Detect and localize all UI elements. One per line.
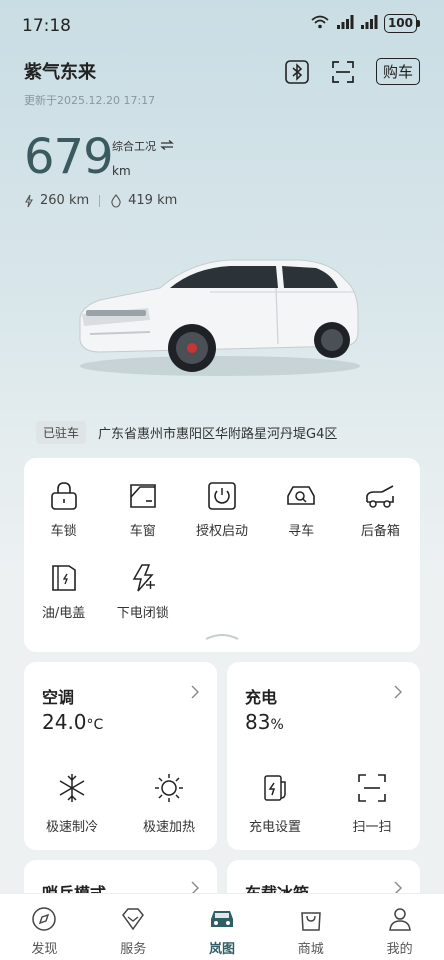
battery-icon: 100 bbox=[383, 14, 417, 33]
temperature-value: 24.0 bbox=[42, 710, 87, 734]
scan-button[interactable]: 扫一扫 bbox=[327, 772, 417, 835]
control-find-car[interactable]: 寻车 bbox=[262, 480, 341, 562]
charging-card[interactable]: 充电 83% 充电设置 扫一扫 bbox=[227, 662, 420, 850]
sub-ranges: 260 km 419 km bbox=[24, 193, 177, 208]
bottom-tab-bar: 发现 服务 岚图 商城 我的 bbox=[0, 893, 444, 960]
control-label: 后备箱 bbox=[360, 524, 400, 539]
fuel-cap-icon bbox=[48, 562, 80, 594]
control-label: 油/电盖 bbox=[41, 606, 86, 621]
scan-label: 扫一扫 bbox=[352, 820, 392, 835]
climate-temperature: 24.0°C bbox=[42, 710, 103, 734]
tab-label: 服务 bbox=[120, 942, 147, 957]
chevron-right-icon[interactable] bbox=[394, 684, 402, 703]
range-block: 679 综合工况 km bbox=[24, 128, 174, 186]
update-time: 更新于2025.12.20 17:17 bbox=[24, 94, 156, 107]
vehicle-controls-card: 车锁 车窗 授权启动 寻车 后备箱 油/电盖 下电闭锁 bbox=[24, 458, 420, 652]
car-image[interactable] bbox=[70, 248, 370, 388]
tab-discover[interactable]: 发现 bbox=[0, 894, 89, 960]
range-mode[interactable]: 综合工况 bbox=[112, 138, 174, 154]
rapid-heat-label: 极速加热 bbox=[142, 820, 195, 835]
location-bar[interactable]: 已驻车 广东省惠州市惠阳区华附路星河丹堤G4区 bbox=[24, 417, 420, 447]
charging-title: 充电 bbox=[245, 688, 278, 707]
control-label: 授权启动 bbox=[195, 524, 248, 539]
scan-icon bbox=[358, 774, 386, 802]
lock-icon bbox=[48, 480, 80, 512]
status-icons: 100 bbox=[310, 14, 420, 33]
power-icon bbox=[206, 480, 238, 512]
control-lock[interactable]: 车锁 bbox=[24, 480, 103, 562]
control-power-off-lock[interactable]: 下电闭锁 bbox=[103, 562, 182, 644]
diamond-icon bbox=[122, 908, 145, 931]
control-window[interactable]: 车窗 bbox=[103, 480, 182, 562]
collapse-handle[interactable] bbox=[204, 625, 240, 644]
snowflake-icon bbox=[59, 774, 85, 802]
power-off-lock-icon bbox=[127, 562, 159, 594]
tab-mall[interactable]: 商城 bbox=[266, 894, 355, 960]
bluetooth-icon[interactable] bbox=[284, 59, 310, 85]
tab-label: 我的 bbox=[386, 942, 413, 957]
car-icon bbox=[210, 911, 233, 927]
tab-label: 发现 bbox=[31, 942, 58, 957]
battery-percent-value: 83 bbox=[245, 710, 271, 734]
electric-range: 260 km bbox=[24, 193, 89, 208]
shopping-bag-icon bbox=[300, 912, 321, 931]
header-actions: 购车 bbox=[284, 58, 420, 85]
parking-address: 广东省惠州市惠阳区华附路星河丹堤G4区 bbox=[98, 426, 338, 442]
battery-tip bbox=[417, 20, 420, 27]
tab-label: 岚图 bbox=[208, 942, 235, 957]
charging-settings-button[interactable]: 充电设置 bbox=[230, 772, 320, 835]
status-bar: 17:18 100 bbox=[0, 0, 444, 50]
control-fuel-cap[interactable]: 油/电盖 bbox=[24, 562, 103, 644]
control-authorized-start[interactable]: 授权启动 bbox=[182, 480, 261, 562]
parked-badge: 已驻车 bbox=[36, 420, 87, 444]
wifi-icon bbox=[310, 14, 330, 33]
find-car-icon bbox=[285, 480, 317, 512]
range-unit: km bbox=[112, 164, 131, 178]
buy-car-button[interactable]: 购车 bbox=[375, 58, 420, 85]
status-time: 17:18 bbox=[22, 16, 71, 36]
scan-icon[interactable] bbox=[330, 59, 356, 85]
window-icon bbox=[127, 480, 159, 512]
climate-title: 空调 bbox=[42, 688, 75, 707]
control-label: 车锁 bbox=[50, 524, 77, 539]
fuel-range: 419 km bbox=[110, 193, 177, 208]
charging-settings-label: 充电设置 bbox=[248, 820, 301, 835]
rapid-cool-label: 极速制冷 bbox=[45, 820, 98, 835]
rapid-cool-button[interactable]: 极速制冷 bbox=[27, 772, 117, 835]
electric-range-value: 260 km bbox=[40, 193, 90, 208]
fuel-drop-icon bbox=[111, 193, 121, 208]
sun-icon bbox=[155, 774, 183, 802]
tab-service[interactable]: 服务 bbox=[89, 894, 178, 960]
control-label: 车窗 bbox=[129, 524, 156, 539]
charger-icon bbox=[264, 775, 286, 801]
tab-label: 商城 bbox=[297, 942, 324, 957]
control-trunk[interactable]: 后备箱 bbox=[341, 480, 420, 562]
rapid-heat-button[interactable]: 极速加热 bbox=[124, 772, 214, 835]
control-label: 下电闭锁 bbox=[116, 606, 169, 621]
climate-card[interactable]: 空调 24.0°C 极速制冷 极速加热 bbox=[24, 662, 217, 850]
person-icon bbox=[388, 908, 411, 931]
temperature-unit: °C bbox=[86, 717, 104, 733]
switch-arrows-icon bbox=[159, 140, 174, 153]
battery-percent: 83% bbox=[245, 710, 284, 734]
signal-icon bbox=[336, 14, 354, 33]
range-value: 679 bbox=[24, 129, 114, 185]
trunk-icon bbox=[364, 480, 396, 512]
compass-icon bbox=[32, 907, 57, 931]
chevron-right-icon[interactable] bbox=[191, 684, 199, 703]
signal-icon bbox=[360, 14, 378, 33]
range-mode-label: 综合工况 bbox=[112, 140, 156, 153]
fuel-range-value: 419 km bbox=[128, 193, 178, 208]
lightning-icon bbox=[25, 194, 33, 207]
header: 紫气东来 更新于2025.12.20 17:17 购车 bbox=[24, 58, 420, 108]
divider bbox=[99, 194, 101, 207]
tab-mine[interactable]: 我的 bbox=[355, 894, 444, 960]
tab-voyah[interactable]: 岚图 bbox=[178, 894, 267, 960]
control-label: 寻车 bbox=[288, 524, 315, 539]
battery-percent-unit: % bbox=[270, 717, 284, 733]
